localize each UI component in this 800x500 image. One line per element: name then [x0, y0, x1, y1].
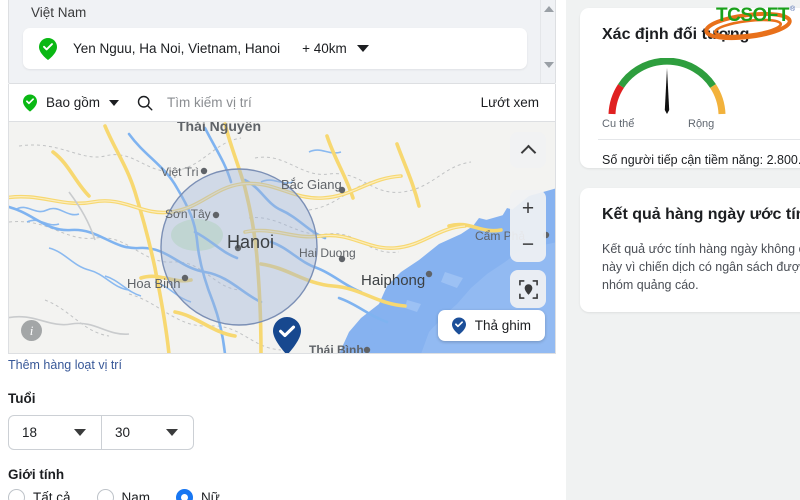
map-label-viet-tri: Việt Trì: [161, 165, 199, 179]
chevron-up-icon: [520, 144, 536, 160]
age-min-value: 18: [22, 425, 38, 440]
audience-form-column: Việt Nam Yen Nguu, Ha Noi, Vietnam, Hano…: [0, 0, 566, 500]
gauge-icon: [608, 57, 726, 115]
map-pin-check-green-icon: [39, 37, 57, 60]
summary-column: Xác định đối tượng Cu thể Rộng Số người …: [566, 0, 800, 500]
selected-location-chip[interactable]: Yen Nguu, Ha Noi, Vietnam, Hanoi + 40km: [23, 28, 527, 69]
browse-link[interactable]: Lướt xem: [481, 95, 539, 110]
map-label-thai-nguyen: Thái Nguyên: [177, 122, 261, 134]
map-label-bac-giang: Bắc Giang: [281, 177, 342, 192]
caret-down-icon[interactable]: [356, 45, 369, 52]
map-label-son-tay: Sơn Tây: [165, 207, 211, 221]
location-search-row: Bao gồm Lướt xem: [8, 84, 556, 122]
audience-gauge: [602, 57, 732, 116]
map-label-hai-duong: Hai Duong: [299, 246, 356, 260]
radio-icon[interactable]: [96, 489, 114, 500]
gender-option-male[interactable]: Nam: [96, 489, 151, 500]
map-label-haiphong: Haiphong: [361, 272, 425, 289]
map-label-hoa-binh: Hoa Binh: [127, 276, 180, 291]
age-field-label: Tuổi: [8, 391, 36, 406]
age-max-value: 30: [115, 425, 131, 440]
info-icon[interactable]: i: [21, 320, 42, 341]
caret-down-icon: [166, 429, 178, 436]
gender-option-label: Nữ: [201, 490, 220, 500]
map-label-thai-binh: Thái Bình: [309, 343, 364, 354]
radio-selected-icon[interactable]: [176, 489, 194, 500]
map-pin-check-blue-icon: [451, 316, 466, 335]
age-max-select[interactable]: 30: [101, 416, 193, 449]
include-mode-label: Bao gồm: [46, 95, 101, 110]
search-input[interactable]: [165, 94, 481, 111]
gender-option-female[interactable]: Nữ: [176, 489, 220, 500]
app-root: Việt Nam Yen Nguu, Ha Noi, Vietnam, Hano…: [0, 0, 800, 500]
map-locate-button[interactable]: [510, 270, 546, 308]
plus-icon[interactable]: +: [510, 190, 546, 226]
gender-option-label: Tất cả: [33, 490, 71, 500]
audience-definition-card: Xác định đối tượng Cu thể Rộng Số người …: [580, 8, 800, 168]
include-mode-dropdown[interactable]: Bao gồm: [23, 93, 120, 112]
age-min-select[interactable]: 18: [9, 416, 101, 449]
radio-icon[interactable]: [8, 489, 25, 500]
gauge-right-label: Rộng: [688, 118, 715, 130]
add-bulk-locations-link[interactable]: Thêm hàng loạt vị trí: [8, 358, 122, 372]
selected-location-text: Yen Nguu, Ha Noi, Vietnam, Hanoi: [73, 41, 281, 56]
search-icon: [137, 95, 153, 110]
scroll-up-arrow-icon[interactable]: [541, 1, 555, 16]
selected-location-radius: + 40km: [302, 41, 347, 56]
estimated-daily-results-card: Kết quả hàng ngày ước tính Kết quả ước t…: [580, 188, 800, 312]
drop-pin-button[interactable]: Thả ghim: [437, 310, 545, 341]
map-collapse-button[interactable]: [510, 132, 546, 168]
scroll-down-arrow-icon[interactable]: [541, 57, 555, 72]
location-country-label: Việt Nam: [31, 5, 87, 20]
audience-card-title: Xác định đối tượng: [602, 26, 750, 43]
results-card-title: Kết quả hàng ngày ước tính: [602, 206, 800, 223]
gender-field-label: Giới tính: [8, 467, 65, 482]
gauge-left-label: Cu thể: [602, 118, 635, 130]
map-zoom-controls[interactable]: + −: [510, 190, 546, 262]
results-card-body: Kết quả ước tính hàng ngày không có này …: [602, 242, 800, 293]
caret-down-icon: [109, 99, 120, 106]
potential-reach-text: Số người tiếp cận tiềm năng: 2.800.00: [602, 153, 800, 167]
map-pin-check-green-icon: [23, 93, 37, 112]
location-map[interactable]: Thái Nguyên Việt Trì Sơn Tây Hanoi Bắc G…: [8, 122, 556, 354]
minus-icon[interactable]: −: [510, 226, 546, 262]
gender-radio-group: Tất cả Nam Nữ: [8, 489, 246, 500]
target-pin-icon: [518, 279, 538, 299]
locations-scrollbar[interactable]: [540, 0, 555, 83]
drop-pin-label: Thả ghim: [474, 318, 531, 333]
card-divider: [598, 139, 800, 140]
age-range-group: 18 30: [8, 415, 194, 450]
gender-option-all[interactable]: Tất cả: [8, 489, 71, 500]
gender-option-label: Nam: [121, 490, 151, 500]
selected-locations-panel: Việt Nam Yen Nguu, Ha Noi, Vietnam, Hano…: [8, 0, 556, 84]
map-label-hanoi: Hanoi: [227, 232, 274, 252]
caret-down-icon: [74, 429, 86, 436]
